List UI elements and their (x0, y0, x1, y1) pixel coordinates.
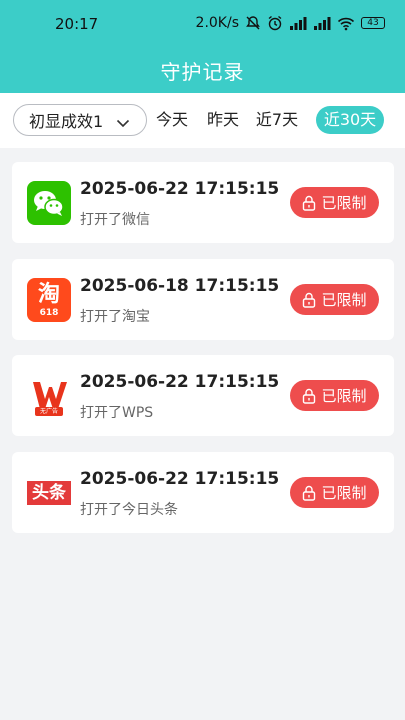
page-title: 守护记录 (160, 60, 245, 84)
record-card: 2025-06-22 17:15:15 打开了微信 已限制 (12, 162, 394, 243)
status-icons: 2.0K/s 43 (196, 14, 385, 32)
alarm-icon (267, 14, 283, 32)
lock-icon (303, 485, 316, 501)
status-bar: 20:17 2.0K/s 43 (0, 0, 405, 48)
restricted-label: 已限制 (321, 291, 367, 309)
record-description: 打开了淘宝 (80, 309, 150, 325)
tab-today[interactable]: 今天 (153, 106, 191, 134)
net-speed: 2.0K/s (195, 15, 239, 31)
app-header: 20:17 2.0K/s 43 守护记录 (0, 0, 405, 93)
signal-hd-icon (313, 14, 331, 32)
taobao-icon-glyph: 淘 (37, 282, 60, 307)
wifi-icon (337, 14, 355, 32)
restricted-button[interactable]: 已限制 (290, 380, 379, 411)
record-time: 2025-06-18 17:15:15 (80, 276, 280, 296)
record-description: 打开了微信 (80, 212, 150, 228)
group-select-value: 初显成效1 (29, 112, 104, 131)
lock-icon (303, 292, 316, 308)
restricted-button[interactable]: 已限制 (290, 477, 379, 508)
filter-bar: 初显成效1 今天 昨天 近7天 近30天 (0, 93, 405, 148)
wps-icon-badge: 无广告 (35, 407, 63, 416)
record-card: 无广告 2025-06-22 17:15:15 打开了WPS 已限制 (12, 355, 394, 436)
record-description: 打开了WPS (80, 405, 154, 421)
record-time: 2025-06-22 17:15:15 (80, 469, 280, 489)
lock-icon (303, 388, 316, 404)
taobao-icon-badge: 618 (39, 308, 59, 318)
record-time: 2025-06-22 17:15:15 (80, 372, 280, 392)
mute-icon (245, 14, 261, 32)
restricted-label: 已限制 (321, 484, 367, 502)
battery-icon: 43 (361, 17, 385, 29)
restricted-button[interactable]: 已限制 (290, 284, 379, 315)
restricted-button[interactable]: 已限制 (290, 187, 379, 218)
tab-yesterday[interactable]: 昨天 (204, 106, 242, 134)
restricted-label: 已限制 (321, 194, 367, 212)
tab-last-30-days[interactable]: 近30天 (316, 106, 384, 134)
status-time: 20:17 (55, 15, 99, 33)
lock-icon (303, 195, 316, 211)
wps-icon: 无广告 (27, 374, 71, 418)
toutiao-icon-glyph: 头条 (27, 481, 71, 505)
record-time: 2025-06-22 17:15:15 (80, 179, 280, 199)
record-description: 打开了今日头条 (80, 502, 178, 518)
signal-hd-icon (289, 14, 307, 32)
toutiao-icon: 头条 (27, 471, 71, 515)
group-select[interactable]: 初显成效1 (13, 104, 147, 136)
taobao-icon: 淘 618 (27, 278, 71, 322)
record-card: 头条 2025-06-22 17:15:15 打开了今日头条 已限制 (12, 452, 394, 533)
restricted-label: 已限制 (321, 387, 367, 405)
wechat-icon (27, 181, 71, 225)
chevron-down-icon (116, 114, 130, 133)
record-card: 淘 618 2025-06-18 17:15:15 打开了淘宝 已限制 (12, 259, 394, 340)
tab-last-7-days[interactable]: 近7天 (254, 106, 300, 134)
